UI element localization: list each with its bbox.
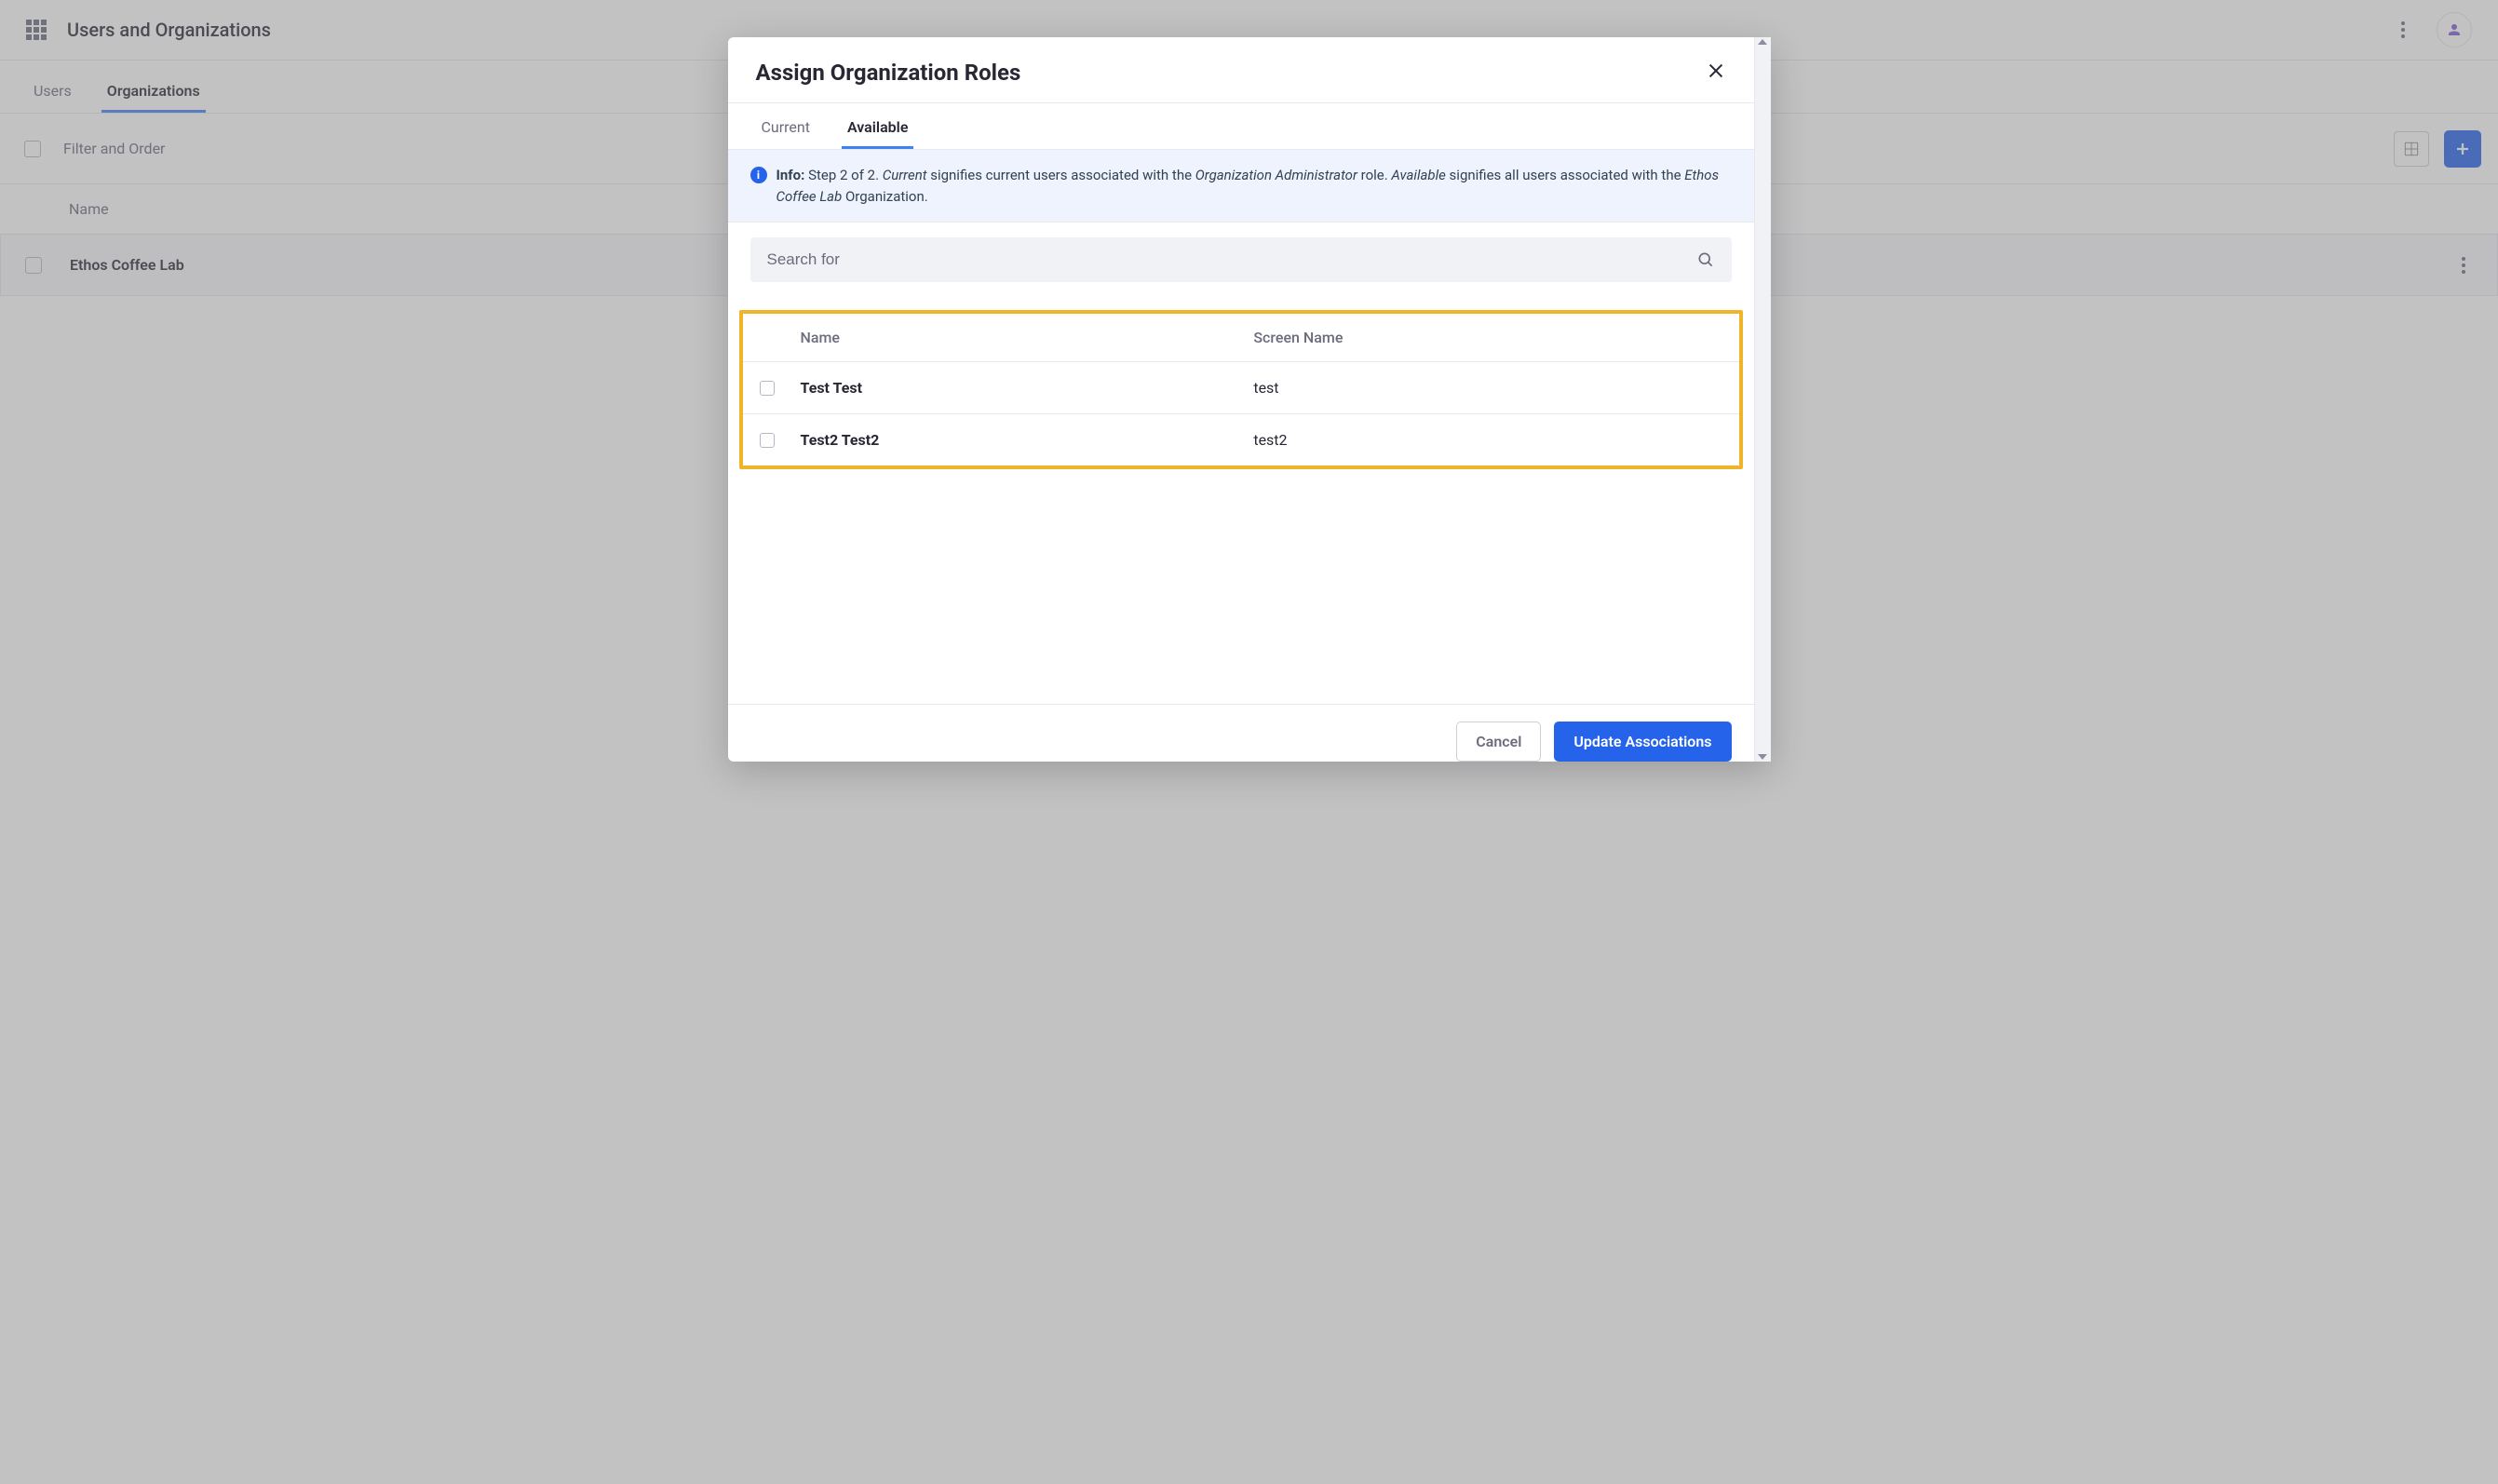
modal-header: Assign Organization Roles (728, 37, 1754, 103)
info-banner: i Info: Step 2 of 2. Current signifies c… (728, 150, 1754, 223)
info-icon: i (750, 167, 767, 183)
col-name: Name (788, 314, 1241, 362)
scroll-down-icon[interactable] (1758, 754, 1767, 760)
row-checkbox[interactable] (760, 433, 775, 448)
search-icon (1696, 250, 1715, 269)
col-screen-name: Screen Name (1240, 314, 1738, 362)
scroll-up-icon[interactable] (1758, 39, 1767, 45)
update-associations-button[interactable]: Update Associations (1554, 722, 1731, 762)
users-table: Name Screen Name Test Test test Test2 Te… (743, 314, 1739, 465)
cancel-button[interactable]: Cancel (1456, 722, 1541, 762)
search-box[interactable] (750, 237, 1732, 282)
tab-available[interactable]: Available (842, 103, 913, 149)
cell-name: Test Test (788, 362, 1241, 414)
table-row[interactable]: Test2 Test2 test2 (743, 414, 1739, 466)
info-text: Info: Step 2 of 2. Current signifies cur… (776, 165, 1732, 207)
tab-current[interactable]: Current (756, 103, 816, 149)
close-button[interactable] (1706, 61, 1726, 85)
users-table-highlight: Name Screen Name Test Test test Test2 Te… (739, 310, 1743, 469)
assign-roles-modal: Assign Organization Roles Current Availa… (728, 37, 1771, 762)
modal-scrollbar[interactable] (1754, 37, 1771, 762)
cell-screen-name: test (1240, 362, 1738, 414)
table-row[interactable]: Test Test test (743, 362, 1739, 414)
cell-name: Test2 Test2 (788, 414, 1241, 466)
row-checkbox[interactable] (760, 381, 775, 396)
search-input[interactable] (767, 250, 1683, 269)
cell-screen-name: test2 (1240, 414, 1738, 466)
modal-tabs: Current Available (728, 103, 1754, 150)
modal-footer: Cancel Update Associations (728, 704, 1754, 762)
modal-title: Assign Organization Roles (756, 60, 1021, 86)
